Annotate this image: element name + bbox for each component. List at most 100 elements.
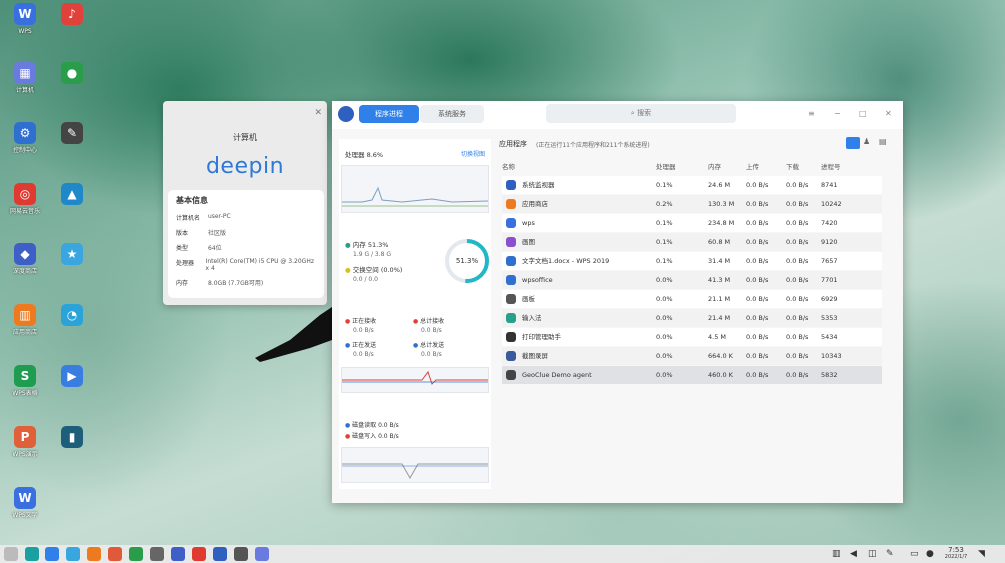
app-filter-icon[interactable] bbox=[846, 137, 860, 149]
app-icon: P bbox=[14, 426, 36, 448]
power-icon[interactable]: ● bbox=[926, 549, 934, 559]
desktop-icon[interactable]: ◔ bbox=[52, 304, 92, 329]
maximize-icon[interactable]: □ bbox=[859, 109, 867, 118]
app-store-icon[interactable] bbox=[45, 547, 59, 561]
table-row[interactable]: 画板 0.0% 21.1 M 0.0 B/s 0.0 B/s 6929 bbox=[502, 290, 882, 308]
column-header[interactable]: 下载 bbox=[786, 161, 799, 171]
process-cpu: 0.1% bbox=[656, 219, 673, 227]
desktop-icon[interactable]: ● bbox=[52, 62, 92, 87]
browser-icon[interactable] bbox=[66, 547, 80, 561]
tab-processes[interactable]: 程序进程 bbox=[359, 105, 419, 123]
all-process-icon[interactable]: ▤ bbox=[879, 137, 891, 149]
desktop-icon[interactable]: ✎ bbox=[52, 122, 92, 147]
clock[interactable]: 7:53 2022/1/7 bbox=[944, 546, 968, 560]
process-up: 0.0 B/s bbox=[746, 257, 769, 265]
screenshot-icon[interactable] bbox=[192, 547, 206, 561]
info-value: 8.0GB (7.7GB可用) bbox=[208, 280, 264, 287]
terminal-icon[interactable] bbox=[150, 547, 164, 561]
toggle-icon[interactable]: ▭ bbox=[910, 549, 919, 559]
launcher-icon[interactable] bbox=[4, 547, 18, 561]
app-icon: ▮ bbox=[61, 426, 83, 448]
store-icon[interactable] bbox=[87, 547, 101, 561]
process-icon bbox=[506, 313, 516, 323]
process-name: 画图 bbox=[522, 238, 535, 246]
search-input[interactable]: ⌕ 搜索 bbox=[546, 104, 736, 123]
pen-icon[interactable]: ✎ bbox=[886, 549, 894, 559]
column-header[interactable]: 名称 bbox=[502, 161, 515, 171]
process-down: 0.0 B/s bbox=[786, 181, 809, 189]
tab-services[interactable]: 系统服务 bbox=[420, 105, 484, 123]
process-mem: 664.0 K bbox=[708, 352, 733, 360]
process-up: 0.0 B/s bbox=[746, 276, 769, 284]
info-row: 计算机名 user-PC bbox=[168, 210, 324, 225]
music-icon[interactable] bbox=[108, 547, 122, 561]
desktop-icon[interactable]: ▮ bbox=[52, 426, 92, 451]
column-header[interactable]: 内存 bbox=[708, 161, 721, 171]
desktop-icon[interactable]: W WPS bbox=[5, 3, 45, 36]
desktop-icon-label: 深度商店 bbox=[12, 268, 37, 275]
desktop-icon[interactable]: ▦ 计算机 bbox=[5, 62, 45, 95]
desktop-icon[interactable]: ★ bbox=[52, 243, 92, 268]
process-down: 0.0 B/s bbox=[786, 314, 809, 322]
process-cpu: 0.0% bbox=[656, 314, 673, 322]
info-row: 内存 8.0GB (7.7GB可用) bbox=[168, 275, 324, 290]
switch-view-link[interactable]: 切换视图 bbox=[461, 149, 485, 158]
process-mem: 24.6 M bbox=[708, 181, 731, 189]
table-row[interactable]: GeoClue Demo agent 0.0% 460.0 K 0.0 B/s 0.0 … bbox=[502, 366, 882, 384]
basic-info-card: 基本信息 计算机名 user-PC 版本 社区版 类型 64位 处理器 Intel(R) Co… bbox=[168, 190, 324, 298]
table-row[interactable]: 打印管理助手 0.0% 4.5 M 0.0 B/s 0.0 B/s 5434 bbox=[502, 328, 882, 346]
files-icon[interactable] bbox=[25, 547, 39, 561]
desktop-icon[interactable]: ▶ bbox=[52, 365, 92, 390]
column-header[interactable]: 进程号 bbox=[821, 161, 841, 171]
column-header[interactable]: 处理器 bbox=[656, 161, 676, 171]
process-icon bbox=[506, 237, 516, 247]
process-pid: 6929 bbox=[821, 295, 838, 303]
close-icon[interactable]: ✕ bbox=[885, 109, 892, 118]
desktop-icon[interactable]: W WPS文字 bbox=[5, 487, 45, 520]
network-stat: ● 总计发送 0.0 B/s bbox=[413, 340, 444, 358]
desktop-icon[interactable]: ◆ 深度商店 bbox=[5, 243, 45, 276]
minimize-icon[interactable]: − bbox=[834, 109, 841, 118]
process-up: 0.0 B/s bbox=[746, 371, 769, 379]
info-value: Intel(R) Core(TM) i5 CPU @ 3.20GHz x 4 bbox=[205, 258, 314, 272]
process-icon bbox=[506, 370, 516, 380]
keyboard-icon[interactable]: ▥ bbox=[832, 549, 841, 559]
process-cpu: 0.0% bbox=[656, 276, 673, 284]
table-row[interactable]: wps 0.1% 234.8 M 0.0 B/s 0.0 B/s 7420 bbox=[502, 214, 882, 232]
desktop-icon[interactable]: ◎ 网易云音乐 bbox=[5, 183, 45, 216]
column-header[interactable]: 上传 bbox=[746, 161, 759, 171]
process-mem: 41.3 M bbox=[708, 276, 731, 284]
process-pid: 7657 bbox=[821, 257, 838, 265]
table-row[interactable]: 系统监视器 0.1% 24.6 M 0.0 B/s 0.0 B/s 8741 bbox=[502, 176, 882, 194]
table-row[interactable]: 文字文档1.docx - WPS 2019 0.1% 31.4 M 0.0 B/s 0.… bbox=[502, 252, 882, 270]
notification-icon[interactable]: ◥ bbox=[978, 549, 985, 559]
draw-icon[interactable] bbox=[234, 547, 248, 561]
table-row[interactable]: 截图录屏 0.0% 664.0 K 0.0 B/s 0.0 B/s 10343 bbox=[502, 347, 882, 365]
desktop-icon[interactable]: ⚙ 控制中心 bbox=[5, 122, 45, 155]
resource-panel: 处理器 8.6% 切换视图 ● 内存 51.3% 1.9 G / 3.8 G ●… bbox=[339, 139, 491, 489]
desktop-icon[interactable]: P WPS演示 bbox=[5, 426, 45, 459]
table-row[interactable]: wpsoffice 0.0% 41.3 M 0.0 B/s 0.0 B/s 7701 bbox=[502, 271, 882, 289]
desktop-icon[interactable]: ♪ bbox=[52, 3, 92, 28]
menu-icon[interactable]: ≡ bbox=[808, 109, 815, 118]
monitor-app-icon[interactable] bbox=[171, 547, 185, 561]
computer-icon[interactable] bbox=[255, 547, 269, 561]
process-mem: 234.8 M bbox=[708, 219, 735, 227]
desktop-icon-label: WPS文字 bbox=[12, 512, 38, 519]
app-icon: ♪ bbox=[61, 3, 83, 25]
table-row[interactable]: 应用商店 0.2% 130.3 M 0.0 B/s 0.0 B/s 10242 bbox=[502, 195, 882, 213]
network-value: 0.0 B/s bbox=[421, 327, 442, 334]
chat-icon[interactable] bbox=[129, 547, 143, 561]
system-monitor-icon[interactable] bbox=[213, 547, 227, 561]
table-row[interactable]: 输入法 0.0% 21.4 M 0.0 B/s 0.0 B/s 5353 bbox=[502, 309, 882, 327]
network-icon[interactable]: ◫ bbox=[868, 549, 877, 559]
memory-percent: 51.3% bbox=[455, 257, 479, 265]
table-row[interactable]: 画图 0.1% 60.8 M 0.0 B/s 0.0 B/s 9120 bbox=[502, 233, 882, 251]
network-value: 0.0 B/s bbox=[421, 351, 442, 358]
desktop-icon[interactable]: ▲ bbox=[52, 183, 92, 208]
close-icon[interactable]: ✕ bbox=[314, 108, 322, 118]
volume-icon[interactable]: ◀ bbox=[850, 549, 857, 559]
desktop-icon[interactable]: S WPS表格 bbox=[5, 365, 45, 398]
desktop-icon[interactable]: ▥ 应用商店 bbox=[5, 304, 45, 337]
user-filter-icon[interactable]: ♟ bbox=[863, 137, 875, 149]
